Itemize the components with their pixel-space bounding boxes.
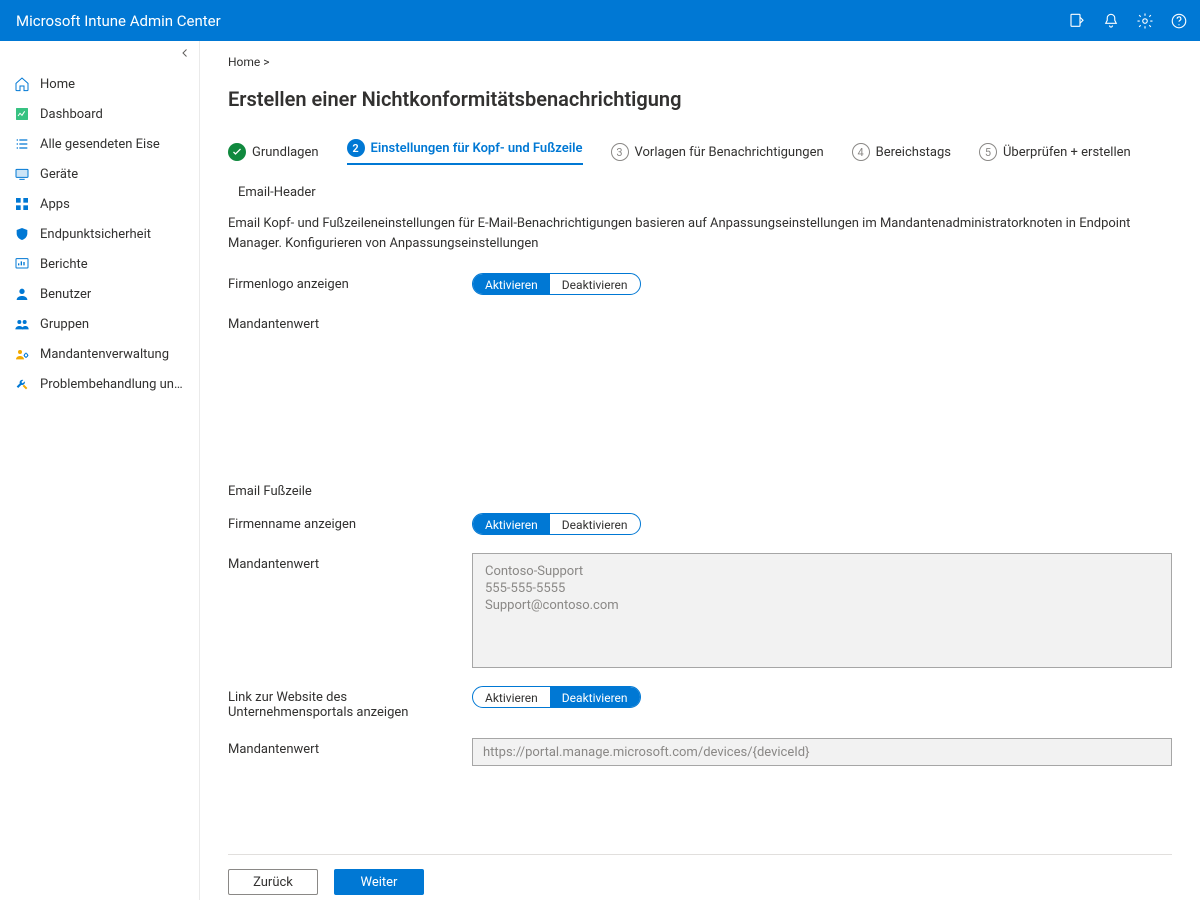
app-title: Microsoft Intune Admin Center [16, 12, 221, 30]
gear-icon[interactable] [1136, 12, 1154, 30]
groups-icon [14, 316, 30, 332]
show-portal-link-toggle[interactable]: Aktivieren Deaktivieren [472, 686, 641, 708]
sidebar-item-tenantadmin[interactable]: Mandantenverwaltung [0, 339, 199, 369]
footer-tenant-value-row: Mandantenwert Contoso-Support 555-555-55… [228, 553, 1172, 668]
portal-tenant-value-text: https://portal.manage.microsoft.com/devi… [483, 745, 810, 760]
tenant-line: Support@contoso.com [485, 598, 1159, 613]
show-company-logo-toggle[interactable]: Aktivieren Deaktivieren [472, 273, 641, 295]
toggle-option-enable[interactable]: Aktivieren [473, 687, 550, 707]
toggle-option-disable[interactable]: Deaktivieren [550, 274, 640, 294]
sidebar-item-users[interactable]: Benutzer [0, 279, 199, 309]
sidebar-item-label: Home [40, 77, 75, 92]
step-number-icon: 3 [611, 143, 629, 161]
step-label: Bereichstags [876, 145, 951, 160]
email-footer-section-label: Email Fußzeile [228, 484, 1172, 499]
top-bar: Microsoft Intune Admin Center [0, 0, 1200, 41]
home-icon [14, 76, 30, 92]
sidebar-item-apps[interactable]: Apps [0, 189, 199, 219]
sidebar-item-devices[interactable]: Geräte [0, 159, 199, 189]
step-scopetags[interactable]: 4 Bereichstags [852, 143, 951, 161]
sidebar-item-dashboard[interactable]: Dashboard [0, 99, 199, 129]
sidebar-item-allservices[interactable]: Alle gesendeten Eise [0, 129, 199, 159]
portal-tenant-value-label: Mandantenwert [228, 738, 472, 757]
main-content: Home > Erstellen einer Nichtkonformitäts… [200, 41, 1200, 900]
page-title: Erstellen einer Nichtkonformitätsbenachr… [228, 87, 1172, 111]
step-basics[interactable]: Grundlagen [228, 143, 319, 161]
step-label: Grundlagen [252, 145, 319, 160]
show-company-name-label: Firmenname anzeigen [228, 513, 472, 532]
toggle-option-disable[interactable]: Deaktivieren [550, 514, 640, 534]
show-company-name-row: Firmenname anzeigen Aktivieren Deaktivie… [228, 513, 1172, 535]
portal-tenant-value-row: Mandantenwert https://portal.manage.micr… [228, 738, 1172, 766]
apps-icon [14, 196, 30, 212]
toggle-option-disable[interactable]: Deaktivieren [550, 687, 640, 707]
show-company-logo-row: Firmenlogo anzeigen Aktivieren Deaktivie… [228, 273, 1172, 295]
help-icon[interactable] [1170, 12, 1188, 30]
tenant-line: Contoso-Support [485, 564, 1159, 579]
step-review[interactable]: 5 Überprüfen + erstellen [979, 143, 1131, 161]
show-portal-link-label: Link zur Website des Unternehmensportals… [228, 686, 472, 720]
tenant-icon [14, 346, 30, 362]
step-number-icon: 5 [979, 143, 997, 161]
back-button[interactable]: Zurück [228, 869, 318, 895]
sidebar-item-label: Benutzer [40, 287, 91, 302]
sidebar-item-troubleshoot[interactable]: Problembehandlung und Support [0, 369, 199, 399]
footer-tenant-value-box: Contoso-Support 555-555-5555 Support@con… [472, 553, 1172, 668]
next-button[interactable]: Weiter [334, 869, 424, 895]
wizard-steps: Grundlagen 2 Einstellungen für Kopf- und… [228, 139, 1172, 165]
sidebar: Home Dashboard Alle gesendeten Eise Gerä… [0, 41, 200, 900]
shield-icon [14, 226, 30, 242]
step-number-icon: 4 [852, 143, 870, 161]
step-number-icon: 2 [347, 139, 365, 157]
list-icon [14, 136, 30, 152]
reports-icon [14, 256, 30, 272]
show-company-logo-label: Firmenlogo anzeigen [228, 273, 472, 292]
toggle-option-enable[interactable]: Aktivieren [473, 514, 550, 534]
sidebar-item-label: Mandantenverwaltung [40, 347, 169, 362]
sidebar-item-label: Dashboard [40, 107, 103, 122]
breadcrumb[interactable]: Home > [228, 55, 1172, 69]
header-tenant-value-label: Mandantenwert [228, 313, 472, 332]
step-templates[interactable]: 3 Vorlagen für Benachrichtigungen [611, 143, 824, 161]
sidebar-item-groups[interactable]: Gruppen [0, 309, 199, 339]
sidebar-item-label: Gruppen [40, 317, 89, 332]
dashboard-icon [14, 106, 30, 122]
user-icon [14, 286, 30, 302]
bell-icon[interactable] [1102, 12, 1120, 30]
devices-icon [14, 166, 30, 182]
feedback-icon[interactable] [1068, 12, 1086, 30]
wrench-icon [14, 376, 30, 392]
sidebar-item-label: Endpunktsicherheit [40, 227, 151, 242]
show-portal-link-row: Link zur Website des Unternehmensportals… [228, 686, 1172, 720]
tenant-line: 555-555-5555 [485, 581, 1159, 596]
wizard-footer: Zurück Weiter [228, 854, 1172, 895]
sidebar-item-reports[interactable]: Berichte [0, 249, 199, 279]
settings-description: Email Kopf- und Fußzeileneinstellungen f… [228, 214, 1168, 253]
sidebar-item-label: Apps [40, 197, 70, 212]
step-label: Einstellungen für Kopf- und Fußzeile [371, 141, 583, 156]
sidebar-item-label: Alle gesendeten Eise [40, 137, 160, 152]
sidebar-item-endpointsec[interactable]: Endpunktsicherheit [0, 219, 199, 249]
step-label: Vorlagen für Benachrichtigungen [635, 145, 824, 160]
step-label: Überprüfen + erstellen [1003, 145, 1131, 160]
sidebar-item-label: Geräte [40, 167, 78, 182]
portal-tenant-value-field: https://portal.manage.microsoft.com/devi… [472, 738, 1172, 766]
check-icon [228, 143, 246, 161]
sidebar-item-label: Berichte [40, 257, 88, 272]
email-header-section-label: Email-Header [238, 185, 1172, 200]
step-header-footer[interactable]: 2 Einstellungen für Kopf- und Fußzeile [347, 139, 583, 165]
sidebar-item-label: Problembehandlung und Support [40, 377, 189, 392]
collapse-sidebar-button[interactable] [179, 47, 191, 63]
sidebar-item-home[interactable]: Home [0, 69, 199, 99]
show-company-name-toggle[interactable]: Aktivieren Deaktivieren [472, 513, 641, 535]
topbar-actions [1068, 12, 1188, 30]
header-tenant-value-row: Mandantenwert [228, 313, 1172, 332]
toggle-option-enable[interactable]: Aktivieren [473, 274, 550, 294]
footer-tenant-value-label: Mandantenwert [228, 553, 472, 572]
